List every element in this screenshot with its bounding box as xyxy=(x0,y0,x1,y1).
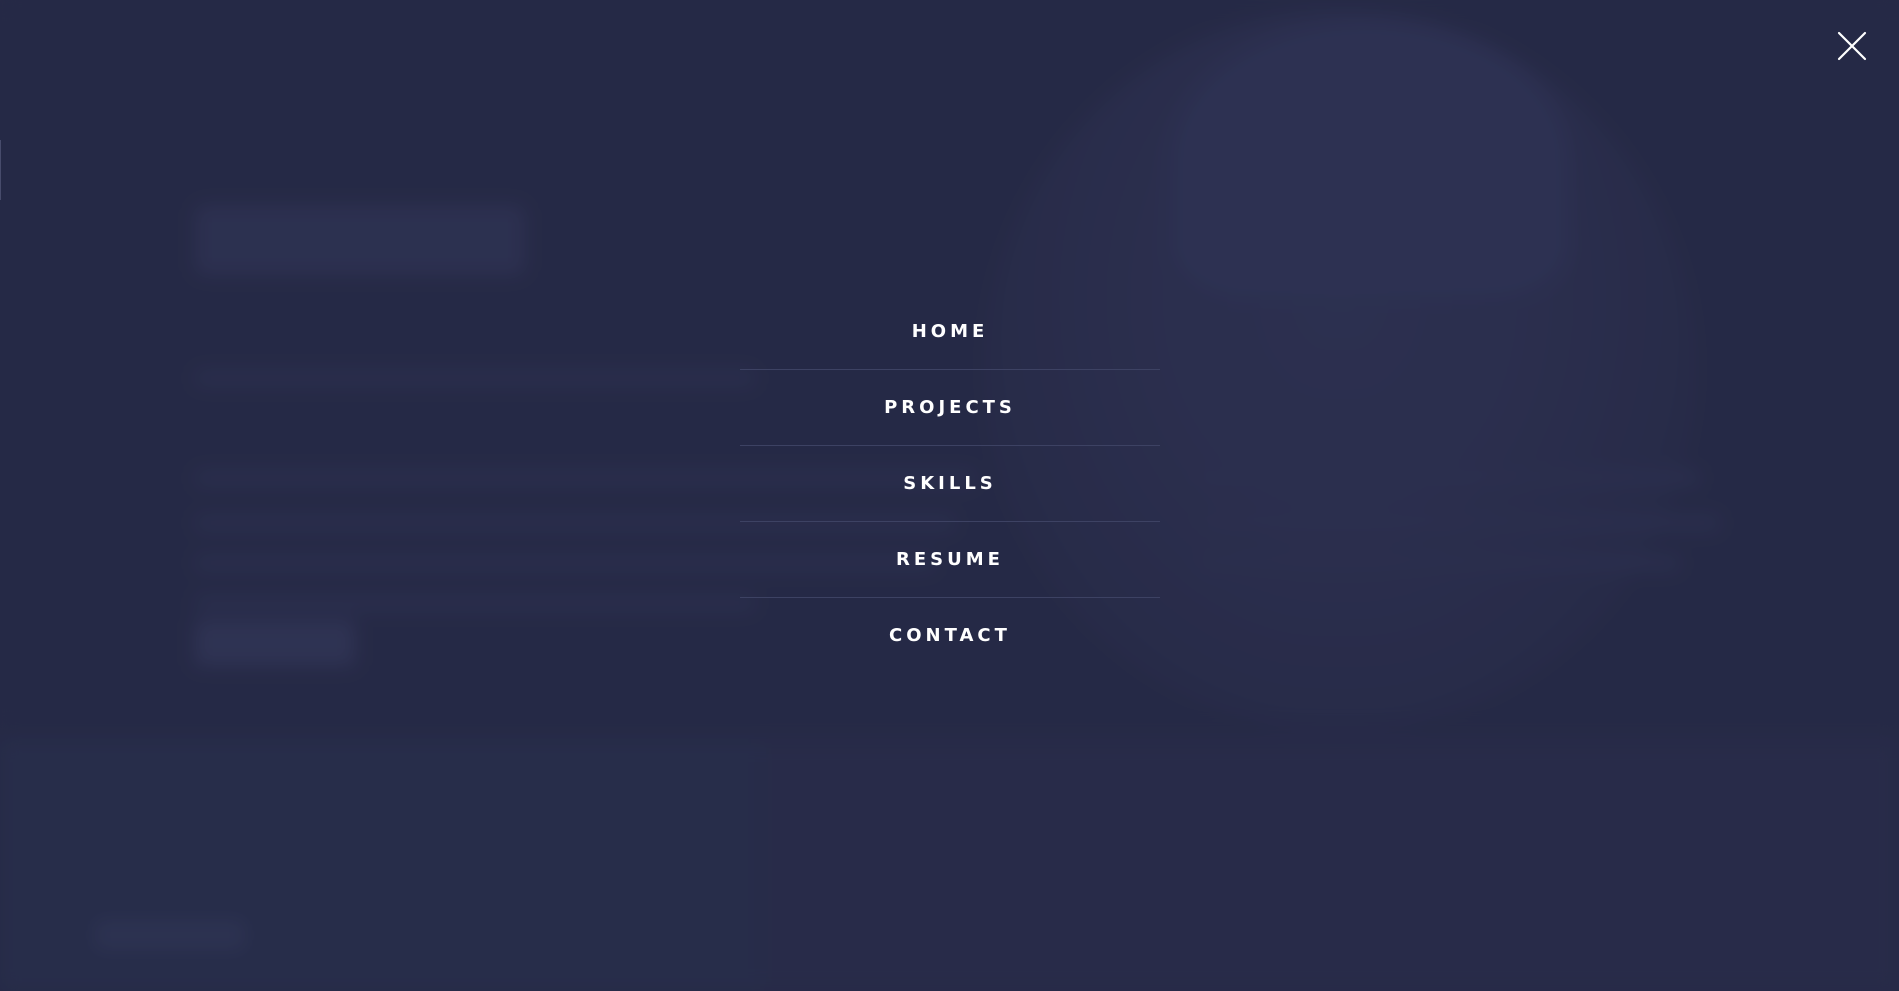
menu-overlay: HOME PROJECTS SKILLS RESUME CONTACT xyxy=(0,0,1899,991)
main-navigation-menu: HOME PROJECTS SKILLS RESUME CONTACT xyxy=(740,294,1160,674)
menu-item-projects[interactable]: PROJECTS xyxy=(740,370,1160,446)
menu-item-home[interactable]: HOME xyxy=(740,294,1160,370)
close-menu-button[interactable] xyxy=(1836,30,1868,62)
close-icon xyxy=(1836,30,1868,62)
menu-item-skills[interactable]: SKILLS xyxy=(740,446,1160,522)
page: HOME PROJECTS SKILLS RESUME CONTACT xyxy=(0,0,1899,991)
menu-item-contact[interactable]: CONTACT xyxy=(740,598,1160,674)
menu-item-resume[interactable]: RESUME xyxy=(740,522,1160,598)
